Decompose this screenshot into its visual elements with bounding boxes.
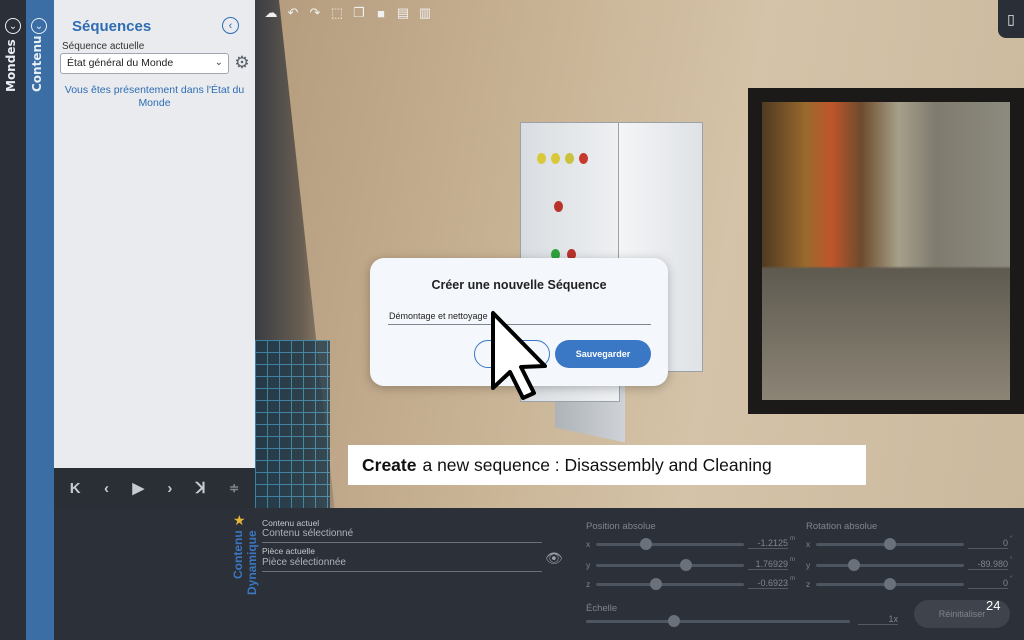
slider-knob[interactable] [884, 578, 896, 590]
slider-knob[interactable] [668, 615, 680, 627]
camera-icon[interactable]: ■ [372, 4, 390, 22]
slider-knob[interactable] [848, 559, 860, 571]
tutorial-caption: Create a new sequence : Disassembly and … [348, 445, 866, 485]
position-x-slider[interactable] [596, 538, 744, 550]
slider-knob[interactable] [650, 578, 662, 590]
axis-y-label: y [806, 560, 811, 570]
axis-z-label: z [586, 579, 591, 589]
rail-contenu[interactable]: ⌄ Contenu [26, 0, 54, 640]
rotation-x-slider[interactable] [816, 538, 964, 550]
play-icon[interactable]: ▶ [132, 479, 144, 497]
rotation-x-unit: ° [1010, 536, 1013, 542]
rotation-z-unit: ° [1010, 576, 1013, 582]
dialog-title: Créer une nouvelle Séquence [431, 278, 607, 292]
current-sequence-label: Séquence actuelle [62, 41, 145, 52]
rotation-z-value[interactable]: 0 [968, 578, 1008, 589]
skip-first-icon[interactable]: K [70, 480, 81, 497]
sequences-panel: Séquences ‹ Séquence actuelle État génér… [54, 0, 255, 468]
3d-viewport[interactable] [255, 0, 1024, 512]
previous-icon[interactable]: ‹ [104, 480, 109, 497]
sequence-select[interactable]: État général du Monde ⌄ [60, 53, 229, 74]
position-z-slider[interactable] [596, 578, 744, 590]
position-y-slider[interactable] [596, 559, 744, 571]
mouse-cursor-icon [491, 311, 547, 400]
device-icon[interactable]: ▯ [998, 0, 1024, 38]
eye-icon[interactable]: 👁 [545, 550, 563, 567]
dynamic-content-label[interactable]: Contenu Dynamique [231, 530, 259, 640]
rotation-y-slider[interactable] [816, 559, 964, 571]
position-x-unit: m [790, 536, 795, 542]
panel-title: Séquences [72, 18, 152, 35]
back-icon[interactable]: ‹ [222, 17, 239, 34]
layers-icon[interactable]: ❐ [350, 4, 368, 22]
emergency-button [554, 201, 563, 212]
current-piece-label: Pièce actuelle [262, 546, 315, 556]
rotation-z-slider[interactable] [816, 578, 964, 590]
scale-value[interactable]: 1x [858, 614, 898, 625]
indicator-light [551, 153, 560, 164]
current-content-label: Contenu actuel [262, 518, 320, 528]
position-z-unit: m [790, 576, 795, 582]
book-icon[interactable]: ▤ [394, 4, 412, 22]
save-button[interactable]: Sauvegarder [555, 340, 651, 368]
rotation-x-value[interactable]: 0 [968, 538, 1008, 549]
rotation-y-value[interactable]: -89.980 [968, 559, 1008, 570]
bottom-left-area [54, 508, 226, 640]
playback-bar: K ‹ ▶ › ꓘ ≑ [54, 468, 255, 508]
axis-x-label: x [586, 539, 591, 549]
next-icon[interactable]: › [167, 480, 172, 497]
chart-icon[interactable]: ▥ [416, 4, 434, 22]
slider-knob[interactable] [640, 538, 652, 550]
caption-bold-word: Create [362, 454, 417, 475]
axis-y-label: y [586, 560, 591, 570]
rail-contenu-label[interactable]: Contenu [30, 35, 44, 92]
scale-title: Échelle [586, 603, 618, 614]
rail-mondes-label[interactable]: Mondes [4, 39, 18, 92]
position-title: Position absolue [586, 521, 656, 532]
caption-text: a new sequence : Disassembly and Cleanin… [422, 454, 772, 475]
rotation-y-unit: ° [1010, 557, 1013, 563]
position-y-value[interactable]: 1.76929 [748, 559, 788, 570]
slider-knob[interactable] [680, 559, 692, 571]
painting-canvas [762, 102, 1010, 400]
position-x-value[interactable]: -1.2125 [748, 538, 788, 549]
current-content-field[interactable]: Contenu sélectionné [262, 528, 542, 543]
chevron-down-icon: ⌄ [214, 57, 223, 68]
undo-icon[interactable]: ↶ [284, 4, 302, 22]
rotation-title: Rotation absolue [806, 521, 878, 532]
chevron-down-icon[interactable]: ⌄ [31, 18, 47, 34]
slider-knob[interactable] [884, 538, 896, 550]
star-icon[interactable]: ★ [233, 512, 246, 529]
sequence-info-text: Vous êtes présentement dans l'État du Mo… [64, 84, 245, 109]
equalizer-icon[interactable]: ≑ [229, 481, 239, 495]
floor-grid [255, 340, 330, 512]
scale-slider[interactable] [586, 615, 850, 627]
viewport-toolbar: ☁ ↶ ↷ ⬚ ❐ ■ ▤ ▥ [262, 4, 434, 22]
cloud-icon[interactable]: ☁ [262, 4, 280, 22]
transform-icon[interactable]: ⬚ [328, 4, 346, 22]
wall-painting [748, 88, 1024, 414]
current-piece-field[interactable]: Pièce sélectionnée [262, 557, 542, 572]
redo-icon[interactable]: ↷ [306, 4, 324, 22]
gear-icon[interactable]: ⚙ [232, 53, 252, 73]
slide-number: 24 [986, 598, 1001, 613]
axis-x-label: x [806, 539, 811, 549]
position-y-unit: m [790, 557, 795, 563]
indicator-light [579, 153, 588, 164]
indicator-light [537, 153, 546, 164]
sequence-select-value: État général du Monde [67, 57, 174, 69]
skip-last-icon[interactable]: ꓘ [196, 479, 206, 497]
indicator-light [565, 153, 574, 164]
axis-z-label: z [806, 579, 811, 589]
position-z-value[interactable]: -0.6923 [748, 578, 788, 589]
rail-mondes[interactable]: ⌄ Mondes [0, 0, 26, 640]
chevron-down-icon[interactable]: ⌄ [5, 18, 21, 34]
